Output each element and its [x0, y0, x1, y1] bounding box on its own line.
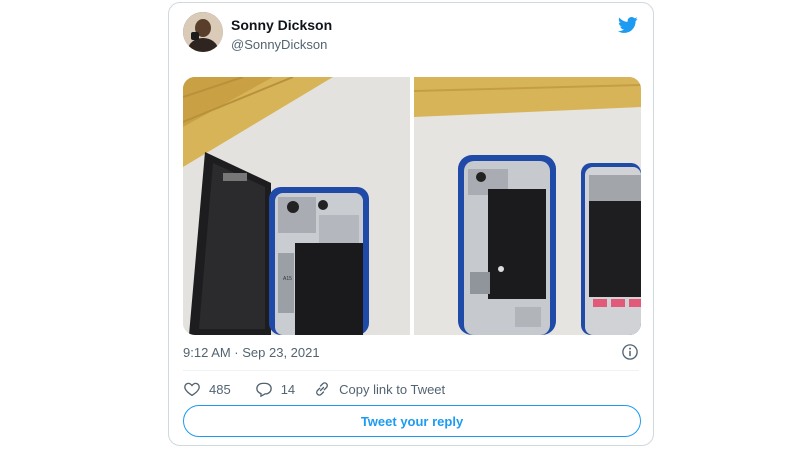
reply-button[interactable]: 14	[255, 380, 295, 398]
tweet-your-reply-button[interactable]: Tweet your reply	[183, 405, 641, 437]
heart-icon	[184, 382, 200, 397]
like-count: 485	[209, 381, 231, 397]
tweet-actions: 485 14 Copy link to Tweet	[183, 377, 445, 401]
copy-link-button[interactable]: Copy link to Tweet	[313, 380, 445, 398]
tweet-media[interactable]: A15	[183, 77, 641, 335]
link-icon	[316, 382, 329, 396]
photo-left[interactable]: A15	[183, 77, 410, 335]
author-avatar[interactable]	[183, 12, 223, 52]
like-button[interactable]: 485	[183, 380, 231, 398]
copy-link-label: Copy link to Tweet	[339, 381, 446, 397]
reply-count: 14	[280, 381, 296, 397]
photo-right[interactable]	[413, 77, 641, 335]
author-display-name[interactable]: Sonny Dickson	[231, 17, 332, 33]
author-handle[interactable]: @SonnyDickson	[231, 37, 327, 52]
twitter-bird-icon[interactable]	[617, 15, 639, 35]
reply-bubble-icon	[255, 382, 272, 398]
divider	[183, 370, 639, 371]
tweet-timestamp[interactable]: 9:12 AM · Sep 23, 2021	[183, 345, 320, 360]
info-icon[interactable]	[621, 343, 639, 361]
tweet-card: Sonny Dickson @SonnyDickson A15 9:12 AM …	[168, 2, 654, 446]
svg-text:A15: A15	[283, 276, 292, 282]
